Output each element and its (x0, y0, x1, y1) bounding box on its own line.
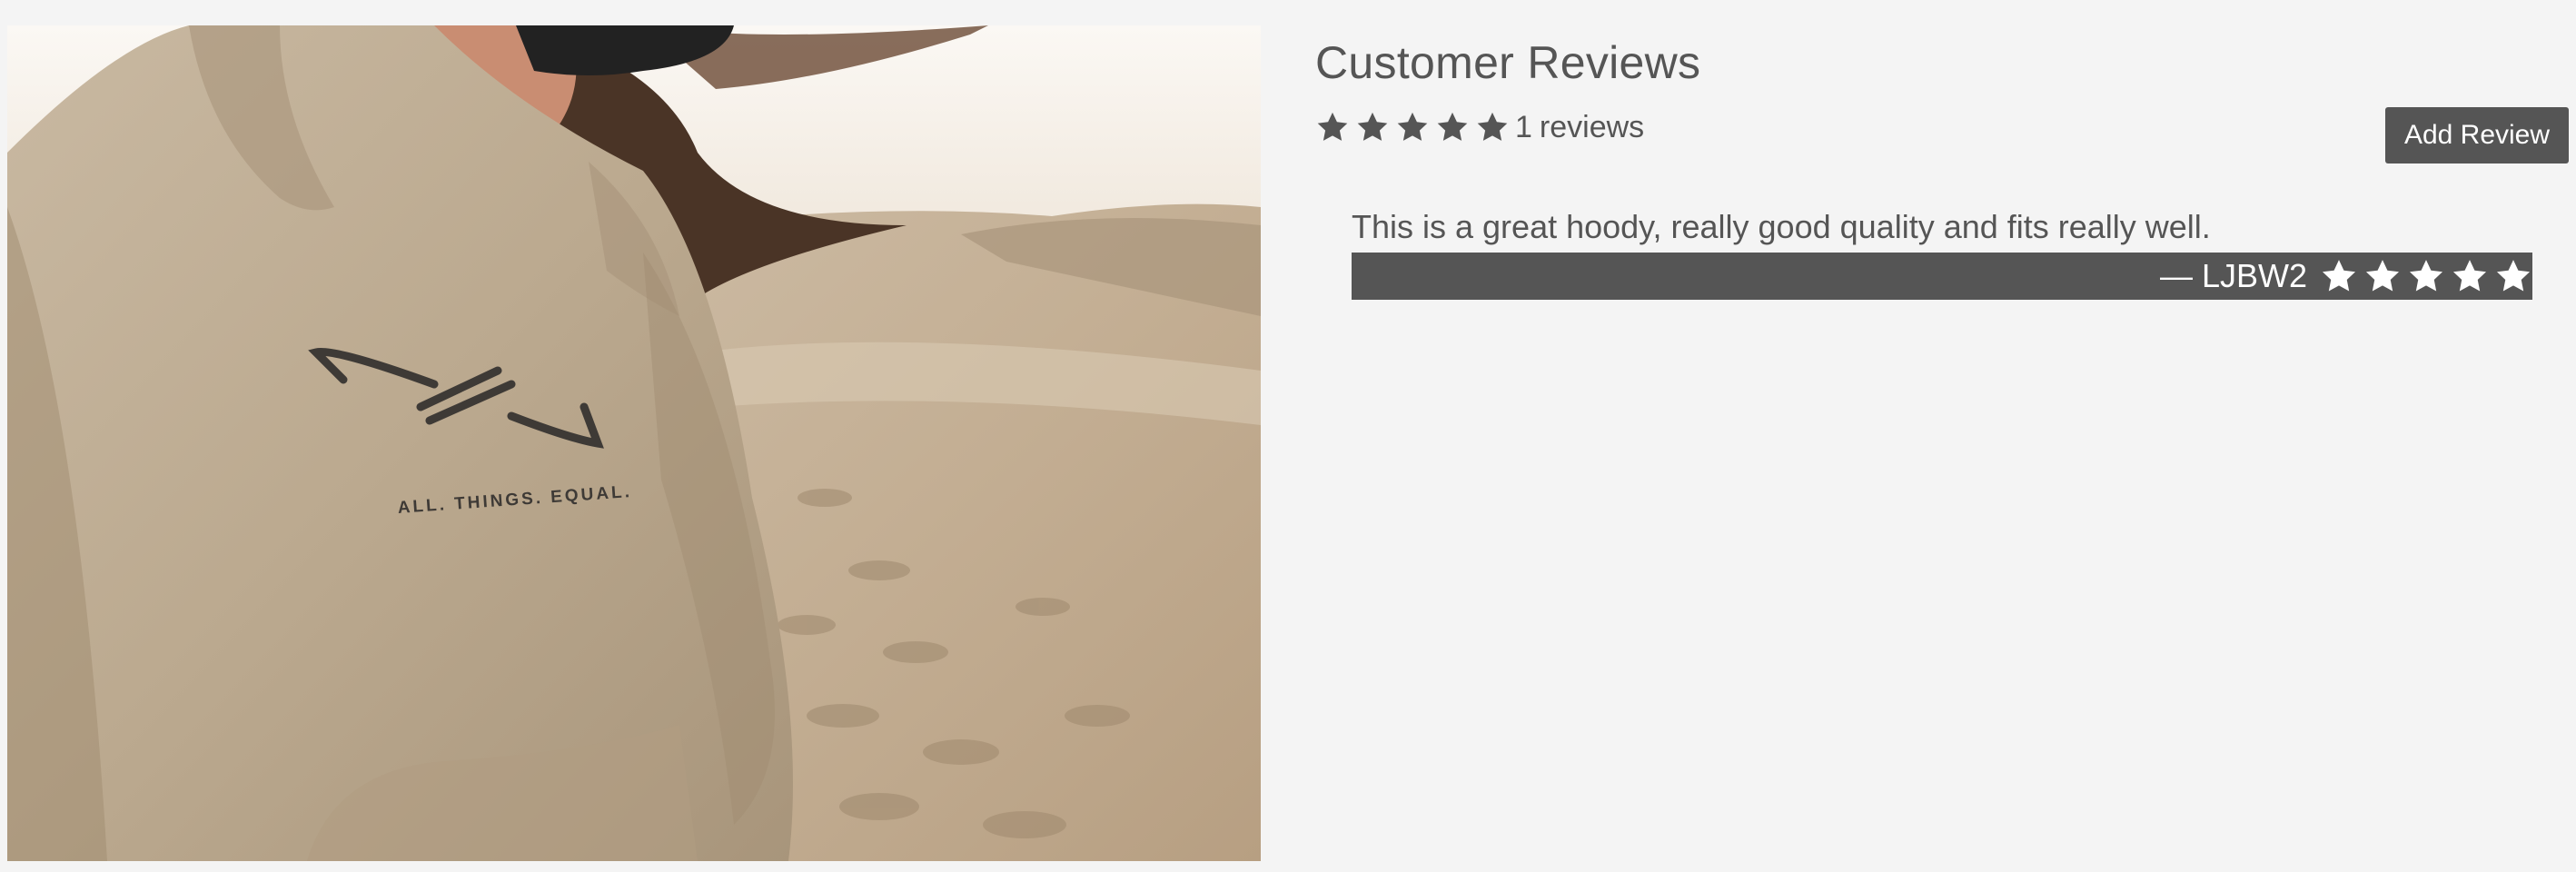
star-icon (1475, 110, 1510, 144)
star-icon (1315, 110, 1350, 144)
reviews-summary: 1 reviews (1315, 105, 1644, 149)
star-icon (2363, 257, 2402, 295)
product-reviews-page: ALL. THINGS. EQUAL. Customer Reviews 1 re… (0, 0, 2576, 872)
star-icon (2407, 257, 2445, 295)
review-count: 1 reviews (1515, 110, 1644, 145)
product-photo: ALL. THINGS. EQUAL. (7, 25, 1261, 861)
star-icon (1355, 110, 1390, 144)
star-icon (2494, 257, 2532, 295)
review-author: — LJBW2 (2159, 257, 2307, 294)
add-review-button[interactable]: Add Review (2385, 107, 2569, 164)
review-count-number: 1 (1515, 109, 1532, 144)
star-icon (2451, 257, 2489, 295)
review-text: This is a great hoody, really good quali… (1352, 208, 2211, 245)
review-footer: — LJBW2 (1352, 253, 2532, 300)
star-icon (1395, 110, 1430, 144)
star-icon (1435, 110, 1470, 144)
review-count-label: reviews (1539, 109, 1645, 144)
star-icon (2320, 257, 2358, 295)
reviews-title: Customer Reviews (1315, 37, 1701, 88)
review-item: This is a great hoody, really good quali… (1352, 205, 2532, 300)
average-rating-stars (1315, 110, 1515, 144)
